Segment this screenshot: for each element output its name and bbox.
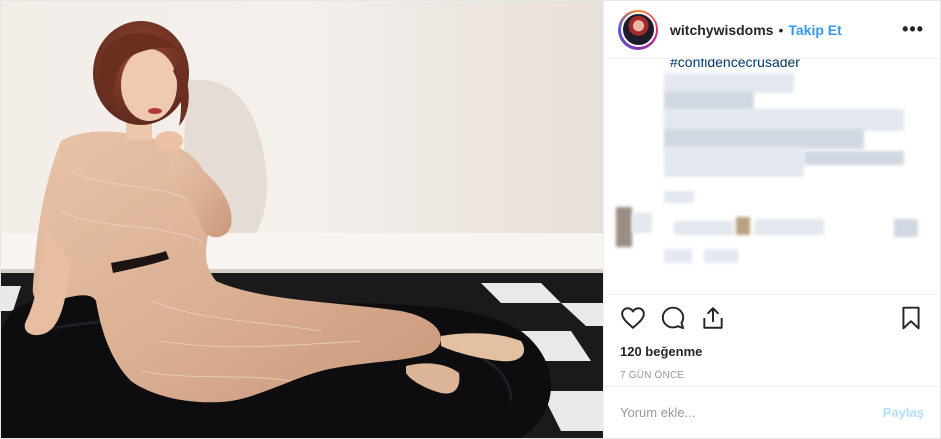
like-count[interactable]: 120 beğenme: [604, 341, 940, 363]
hashtag-link[interactable]: #confidencecrusader: [670, 59, 800, 70]
blurred-text: [804, 151, 904, 165]
blurred-text: [674, 221, 734, 235]
post-comment-button[interactable]: Paylaş: [883, 405, 924, 420]
comment-bar: Paylaş: [604, 386, 940, 438]
avatar[interactable]: [618, 9, 658, 50]
post-photo[interactable]: [1, 1, 604, 438]
blurred-text: [664, 91, 754, 111]
heart-icon: [621, 307, 645, 329]
post-timestamp[interactable]: 7 GÜN ÖNCE: [604, 365, 940, 387]
post-header: witchywisdoms • Takip Et •••: [604, 1, 940, 59]
blurred-text: [632, 213, 652, 233]
comment-button[interactable]: [660, 298, 700, 338]
blurred-text: [664, 249, 692, 263]
share-button[interactable]: [700, 298, 740, 338]
share-icon: [703, 307, 723, 329]
comment-input[interactable]: [620, 405, 883, 420]
blurred-text: [664, 147, 804, 177]
avatar-image: [620, 12, 656, 47]
like-button[interactable]: [620, 298, 660, 338]
blurred-text: [664, 191, 694, 203]
blurred-text: [754, 219, 824, 235]
blurred-text: [664, 109, 904, 131]
follow-button[interactable]: Takip Et: [788, 22, 841, 38]
blurred-avatar: [616, 207, 632, 247]
username[interactable]: witchywisdoms: [670, 22, 773, 38]
blurred-text: [894, 219, 918, 237]
separator-dot: •: [778, 21, 784, 38]
more-options-icon[interactable]: •••: [902, 19, 924, 40]
action-bar: [604, 295, 940, 341]
blurred-text: [664, 129, 864, 149]
caption-and-comments: #confidencecrusader: [604, 59, 940, 295]
instagram-post: witchywisdoms • Takip Et ••• #confidence…: [0, 0, 941, 439]
blurred-text: [664, 73, 794, 93]
save-button[interactable]: [884, 298, 924, 338]
comment-bubble-icon: [661, 306, 685, 330]
blurred-text: [704, 249, 738, 263]
blurred-text: [736, 217, 750, 235]
post-side-panel: witchywisdoms • Takip Et ••• #confidence…: [604, 1, 940, 438]
bookmark-icon: [902, 306, 920, 330]
post-image: [1, 1, 603, 438]
